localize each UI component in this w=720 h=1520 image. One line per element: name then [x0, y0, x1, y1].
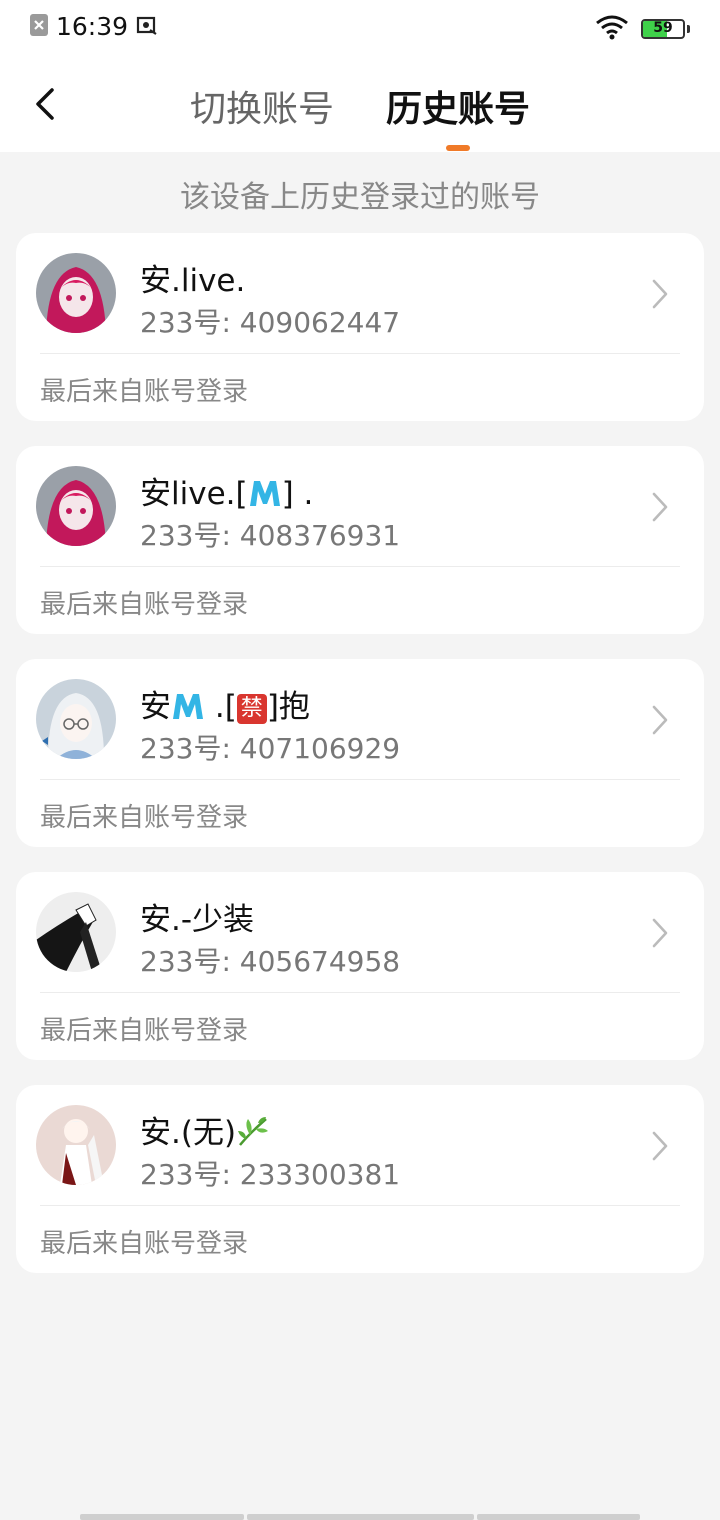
nav-indicator-segment — [247, 1514, 474, 1520]
last-login-text: 最后来自账号登录 — [40, 377, 249, 407]
account-id: 233号: 233300381 — [140, 1158, 401, 1191]
chevron-right-icon — [652, 1131, 668, 1161]
divider — [40, 1205, 680, 1206]
account-card-main[interactable]: 安.live. 233号: 409062447 — [16, 233, 704, 353]
divider — [40, 992, 680, 993]
account-name: 安.live. — [140, 263, 246, 299]
avatar — [36, 466, 116, 546]
chevron-right-icon — [652, 705, 668, 735]
account-card: 安live.[ ] . 233号: 408376931 最后来自账号登录 — [16, 446, 704, 634]
last-login-text: 最后来自账号登录 — [40, 1016, 249, 1046]
account-card-main[interactable]: 安live.[ ] . 233号: 408376931 — [16, 446, 704, 566]
avatar — [36, 253, 116, 333]
account-id: 233号: 408376931 — [140, 519, 401, 552]
account-name: 安.(无) — [140, 1107, 270, 1155]
account-card-main[interactable]: 安.(无) 233号: 233300381 — [16, 1085, 704, 1205]
status-time: 16:39 — [56, 12, 129, 41]
account-name-text: 安.(无) — [140, 1115, 237, 1151]
m-badge-icon — [171, 691, 205, 729]
chevron-right-icon — [652, 279, 668, 309]
wifi-icon — [595, 14, 629, 44]
avatar — [36, 892, 116, 972]
chevron-right-icon — [652, 492, 668, 522]
account-id: 233号: 405674958 — [140, 945, 401, 978]
last-login-text: 最后来自账号登录 — [40, 1229, 249, 1259]
account-id: 233号: 409062447 — [140, 306, 401, 339]
account-card: 安.live. 233号: 409062447 最后来自账号登录 — [16, 233, 704, 421]
tab-history-account[interactable]: 历史账号 — [386, 80, 530, 132]
nav-indicator-segment — [80, 1514, 244, 1520]
m-badge-icon — [248, 478, 282, 516]
avatar — [36, 679, 116, 759]
account-name-mid: .[ — [205, 689, 237, 725]
account-card-main[interactable]: 安 .[禁]抱 233号: 407106929 — [16, 659, 704, 779]
chevron-right-icon — [652, 918, 668, 948]
herb-leaf-icon — [236, 1115, 270, 1155]
battery-tip — [687, 25, 690, 33]
account-name-suffix: ]抱 — [266, 689, 310, 725]
nav-indicator-segment — [477, 1514, 640, 1520]
tab-switch-account[interactable]: 切换账号 — [190, 80, 334, 132]
divider — [40, 353, 680, 354]
status-bar: 16:39 59 — [0, 0, 720, 58]
account-name-suffix: ] . — [281, 476, 314, 512]
account-card: 安.(无) 233号: 233300381 最后来自账号登录 — [16, 1085, 704, 1273]
active-tab-indicator — [446, 145, 470, 151]
battery-icon: 59 — [641, 19, 685, 39]
ban-badge-icon: 禁 — [236, 694, 267, 724]
last-login-text: 最后来自账号登录 — [40, 803, 249, 833]
account-card: 安 .[禁]抱 233号: 407106929 最后来自账号登录 — [16, 659, 704, 847]
screenshot-icon — [136, 14, 158, 40]
account-name-prefix: 安 — [140, 689, 171, 725]
battery-level: 59 — [653, 20, 673, 36]
account-name-prefix: 安live.[ — [140, 476, 248, 512]
last-login-text: 最后来自账号登录 — [40, 590, 249, 620]
account-card-main[interactable]: 安.-少装 233号: 405674958 — [16, 872, 704, 992]
account-name: 安 .[禁]抱 — [140, 681, 310, 729]
close-notification-icon — [30, 13, 48, 40]
status-bar-right: 59 — [595, 14, 690, 44]
divider — [40, 566, 680, 567]
status-bar-left: 16:39 — [30, 12, 158, 41]
account-name: 安.-少装 — [140, 902, 255, 938]
account-id: 233号: 407106929 — [140, 732, 401, 765]
account-card: 安.-少装 233号: 405674958 最后来自账号登录 — [16, 872, 704, 1060]
divider — [40, 779, 680, 780]
page-subtitle: 该设备上历史登录过的账号 — [180, 180, 540, 215]
avatar — [36, 1105, 116, 1185]
account-name: 安live.[ ] . — [140, 468, 313, 516]
tab-bar: 切换账号 历史账号 — [0, 58, 720, 152]
header: 切换账号 历史账号 — [0, 58, 720, 152]
